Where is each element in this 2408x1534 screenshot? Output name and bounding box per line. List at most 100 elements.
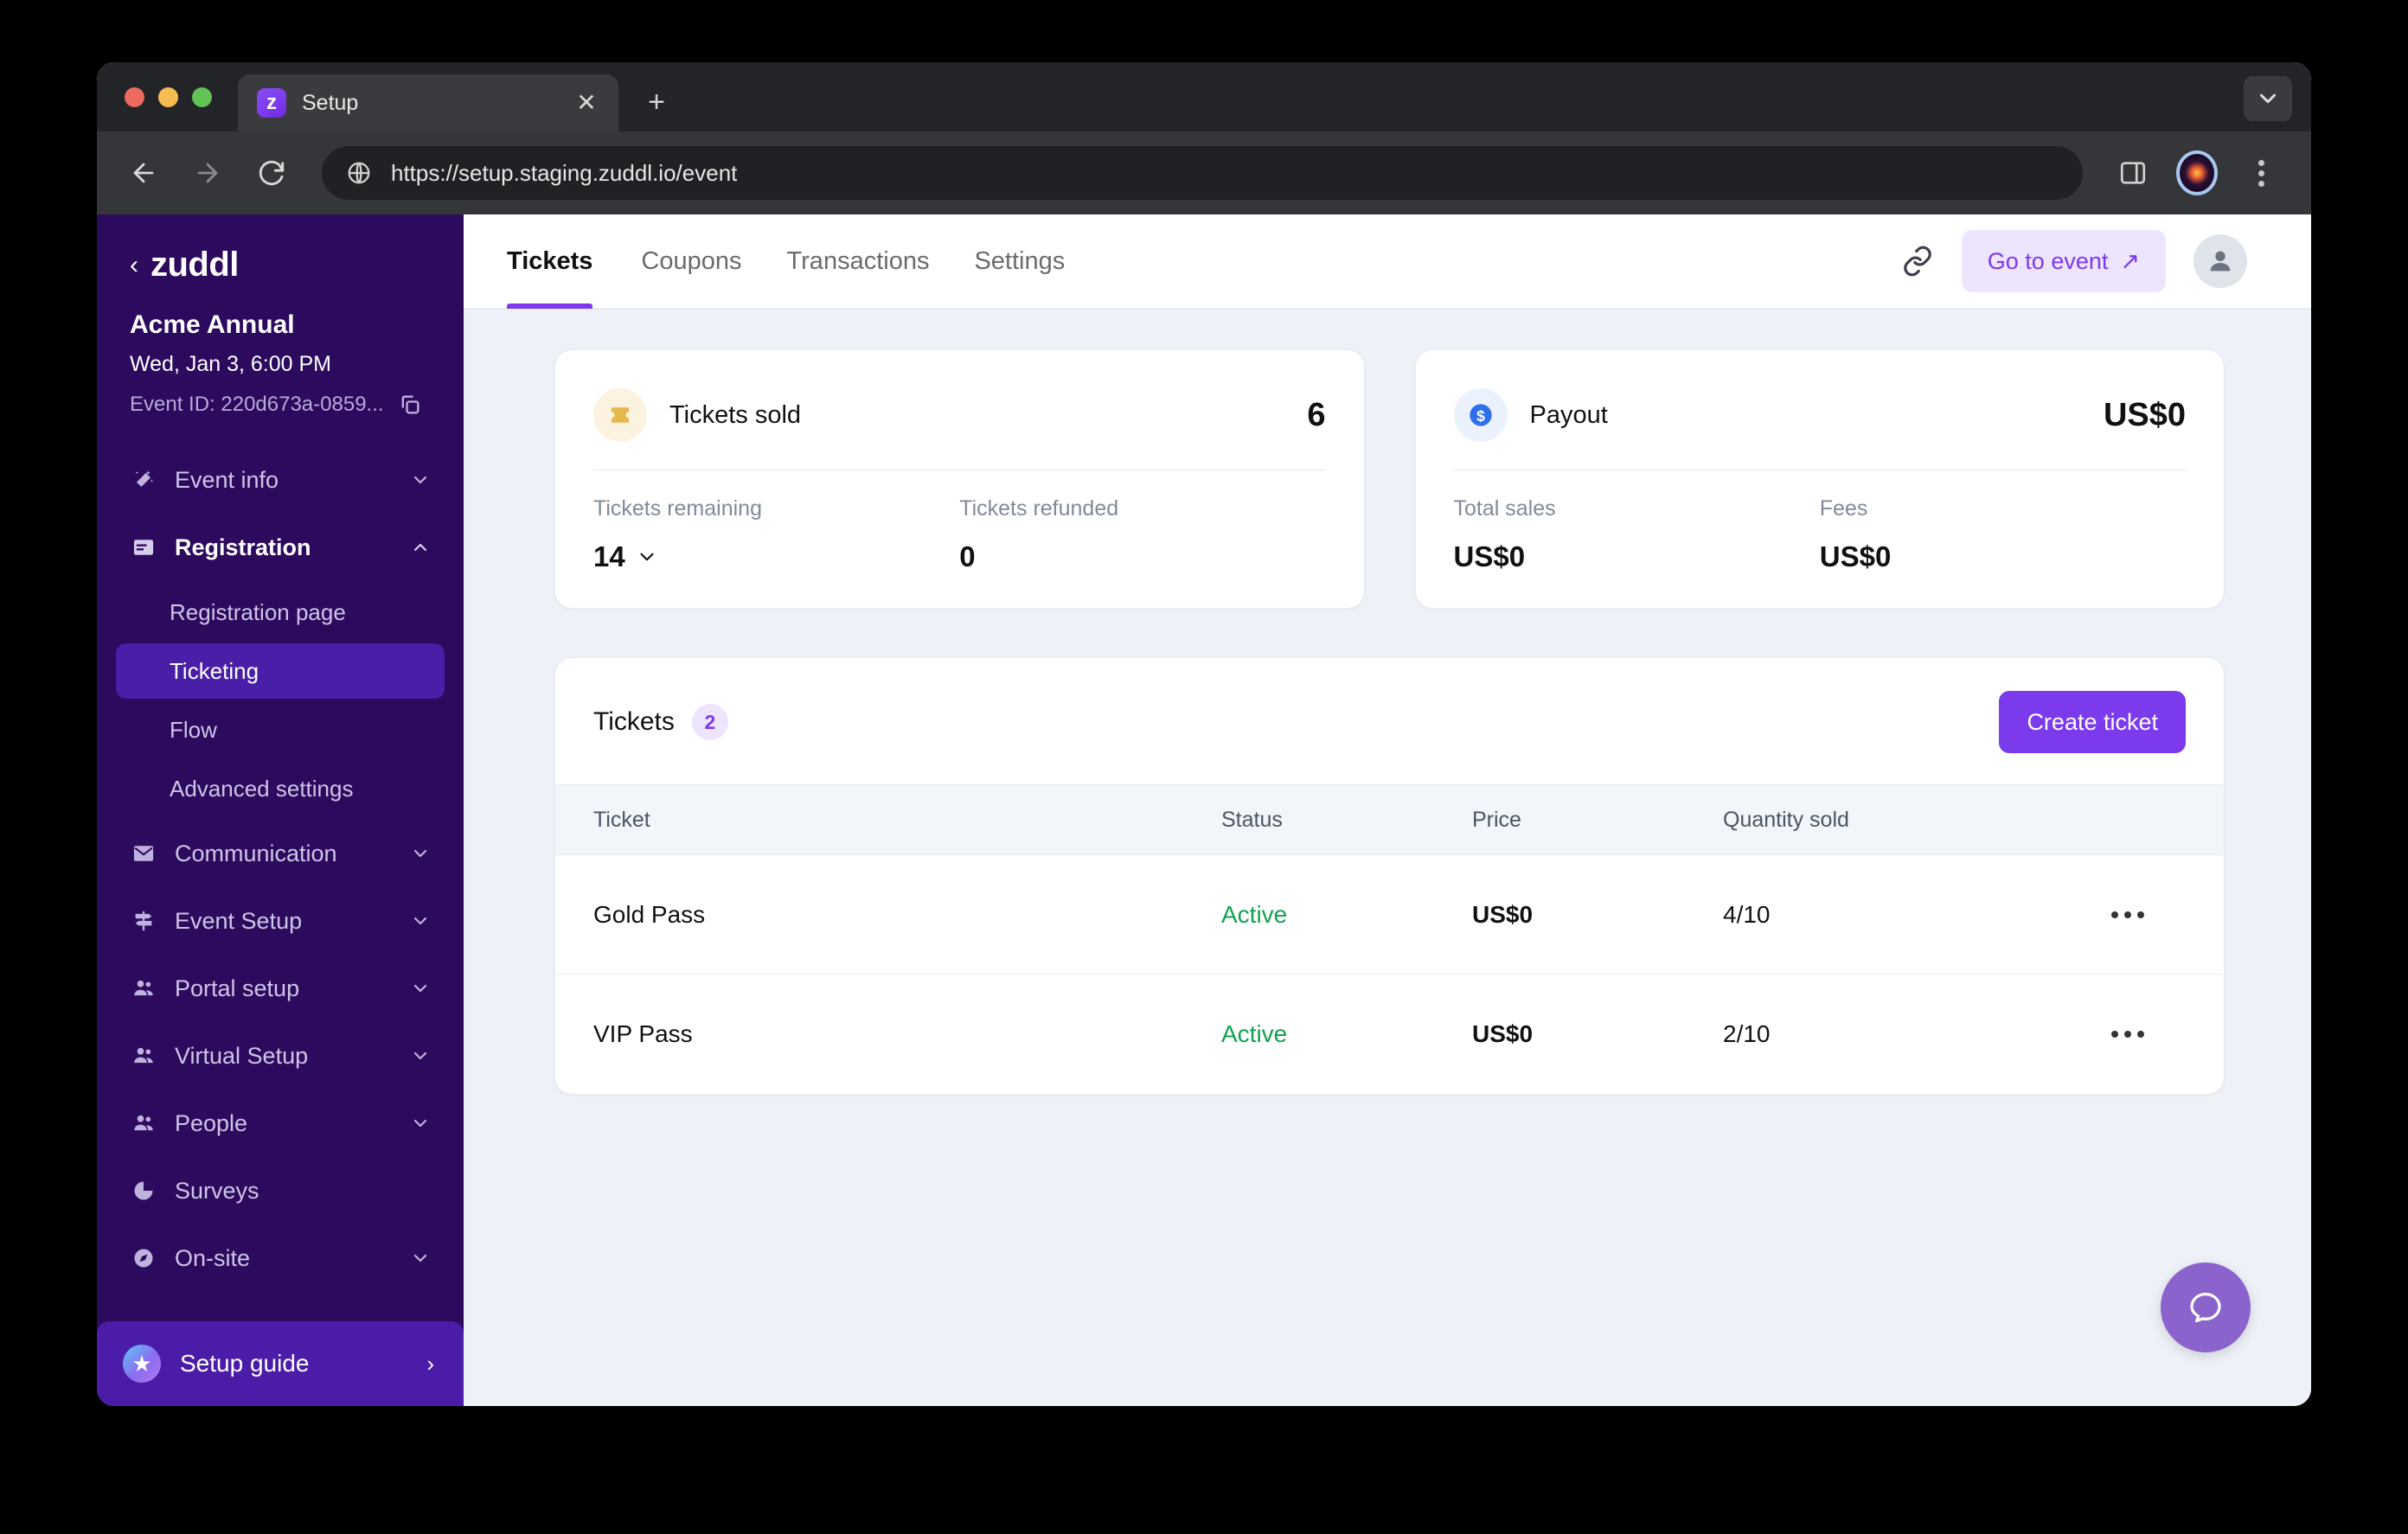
sidebar-subitem-label: Advanced settings — [170, 775, 354, 802]
main-area: Tickets Coupons Transactions Settings Go… — [464, 214, 2311, 1406]
tickets-table-title: Tickets — [593, 707, 675, 736]
app-sidebar: ‹ zuddl Acme Annual Wed, Jan 3, 6:00 PM … — [97, 214, 464, 1406]
setup-guide-label: Setup guide — [180, 1350, 310, 1377]
card-title: Tickets sold — [669, 400, 802, 429]
sidebar-item-on-site[interactable]: On-site — [116, 1224, 445, 1292]
sidebar-item-portal-setup[interactable]: Portal setup — [116, 955, 445, 1022]
cell-ticket-name: Gold Pass — [593, 900, 706, 928]
sidebar-item-event-info[interactable]: Event info — [116, 446, 445, 514]
cell-quantity-sold: 2/10 — [1723, 1020, 1771, 1047]
sub-label: Fees — [1819, 496, 1868, 521]
column-header-quantity-sold: Quantity sold — [1723, 807, 1849, 832]
globe-icon — [346, 160, 372, 186]
sidebar-item-label: People — [175, 1109, 248, 1136]
tab-list-chevron-down-icon[interactable] — [2244, 76, 2292, 121]
browser-tab-title: Setup — [302, 90, 359, 115]
tab-coupons[interactable]: Coupons — [618, 214, 764, 309]
cell-status: Active — [1221, 900, 1288, 928]
chevron-right-icon[interactable]: › — [426, 1351, 434, 1377]
kebab-menu-icon[interactable] — [2240, 152, 2282, 194]
more-options-icon[interactable] — [2111, 1031, 2144, 1038]
browser-tab[interactable]: z Setup ✕ — [238, 74, 618, 131]
sidebar-item-event-setup[interactable]: Event Setup — [116, 887, 445, 955]
star-icon: ★ — [123, 1345, 161, 1383]
chevron-down-icon[interactable] — [410, 1113, 431, 1134]
sidebar-item-setup-guide[interactable]: ★ Setup guide › — [97, 1321, 464, 1406]
chain-link-icon[interactable] — [1901, 245, 1934, 278]
tab-settings[interactable]: Settings — [951, 214, 1087, 309]
sidebar-item-label: Registration — [175, 534, 311, 560]
more-options-icon[interactable] — [2111, 911, 2144, 918]
chevron-down-icon[interactable] — [410, 1045, 431, 1066]
chevron-down-icon[interactable] — [410, 843, 431, 864]
sidebar-subitem-flow[interactable]: Flow — [116, 702, 445, 757]
tab-label: Tickets — [507, 246, 593, 275]
back-chevron-icon[interactable]: ‹ — [130, 252, 138, 278]
content-body: Tickets sold 6 Tickets remaining 14 Tick… — [464, 310, 2311, 1406]
go-to-event-button[interactable]: Go to event ↗ — [1961, 230, 2166, 292]
close-window-button[interactable] — [125, 86, 144, 107]
content-tabs: Tickets Coupons Transactions Settings — [507, 214, 1087, 309]
chevron-down-icon[interactable] — [410, 978, 431, 999]
column-header-price: Price — [1472, 807, 1521, 832]
forward-arrow-icon[interactable] — [187, 152, 228, 194]
reload-icon[interactable] — [251, 152, 292, 194]
sidebar-item-registration[interactable]: Registration — [116, 514, 445, 581]
card-substats: Tickets remaining 14 Tickets refunded 0 — [593, 496, 1326, 573]
copy-icon[interactable] — [398, 393, 422, 417]
chevron-down-icon[interactable] — [636, 546, 658, 568]
address-bar[interactable]: https://setup.staging.zuddl.io/event — [322, 146, 2083, 200]
side-panel-icon[interactable] — [2112, 152, 2154, 194]
sidebar-event-block: Acme Annual Wed, Jan 3, 6:00 PM Event ID… — [97, 284, 464, 417]
column-header-status: Status — [1221, 807, 1283, 832]
chat-bubble-icon — [2185, 1287, 2226, 1328]
sidebar-subitem-ticketing[interactable]: Ticketing — [116, 643, 445, 699]
sidebar-item-communication[interactable]: Communication — [116, 820, 445, 887]
compass-icon — [130, 1244, 157, 1272]
back-arrow-icon[interactable] — [123, 152, 164, 194]
svg-text:$: $ — [1476, 407, 1485, 425]
tab-transactions[interactable]: Transactions — [765, 214, 952, 309]
tickets-refunded-value: 0 — [959, 540, 976, 572]
dollar-coin-icon: $ — [1453, 388, 1508, 442]
sidebar-subitem-advanced-settings[interactable]: Advanced settings — [116, 761, 445, 816]
create-ticket-button[interactable]: Create ticket — [1999, 691, 2186, 753]
sidebar-item-virtual-setup[interactable]: Virtual Setup — [116, 1022, 445, 1090]
table-row[interactable]: VIP Pass Active US$0 2/10 — [555, 975, 2224, 1094]
tickets-remaining-value: 14 — [593, 540, 625, 572]
stat-cards-row: Tickets sold 6 Tickets remaining 14 Tick… — [554, 349, 2225, 609]
tickets-refunded-stat: Tickets refunded 0 — [959, 496, 1325, 573]
sidebar-item-surveys[interactable]: Surveys — [116, 1157, 445, 1224]
user-avatar-icon[interactable] — [2193, 234, 2247, 288]
cell-status: Active — [1221, 1020, 1288, 1047]
close-tab-icon[interactable]: ✕ — [572, 88, 601, 118]
help-chat-button[interactable] — [2161, 1262, 2251, 1352]
chevron-down-icon[interactable] — [410, 470, 431, 490]
people-icon — [130, 975, 157, 1002]
sub-label: Total sales — [1453, 496, 1556, 521]
chevron-down-icon[interactable] — [410, 1248, 431, 1269]
minimize-window-button[interactable] — [158, 86, 178, 107]
maximize-window-button[interactable] — [192, 86, 212, 107]
sidebar-subitem-registration-page[interactable]: Registration page — [116, 585, 445, 640]
tickets-sold-value: 6 — [1307, 396, 1326, 433]
new-tab-icon[interactable]: + — [632, 78, 681, 126]
browser-profile-avatar[interactable] — [2176, 150, 2218, 195]
table-row[interactable]: Gold Pass Active US$0 4/10 — [555, 855, 2224, 975]
sidebar-item-people[interactable]: People — [116, 1090, 445, 1157]
sidebar-item-label: Virtual Setup — [175, 1042, 309, 1069]
tab-tickets[interactable]: Tickets — [507, 214, 618, 309]
topbar-actions: Go to event ↗ — [1901, 230, 2247, 292]
sidebar-item-label: Event Setup — [175, 907, 303, 934]
chevron-down-icon[interactable] — [410, 911, 431, 931]
sidebar-brand[interactable]: ‹ zuddl — [97, 214, 464, 284]
chevron-up-icon[interactable] — [410, 537, 431, 558]
tab-label: Settings — [974, 246, 1066, 275]
sidebar-subitem-label: Flow — [170, 716, 217, 743]
card-title: Payout — [1529, 400, 1608, 429]
tickets-sold-card: Tickets sold 6 Tickets remaining 14 Tick… — [554, 349, 1365, 609]
event-date: Wed, Jan 3, 6:00 PM — [130, 352, 331, 376]
total-sales-stat: Total sales US$0 — [1454, 496, 1820, 573]
row-actions — [2069, 1031, 2224, 1038]
signpost-icon — [130, 907, 157, 935]
